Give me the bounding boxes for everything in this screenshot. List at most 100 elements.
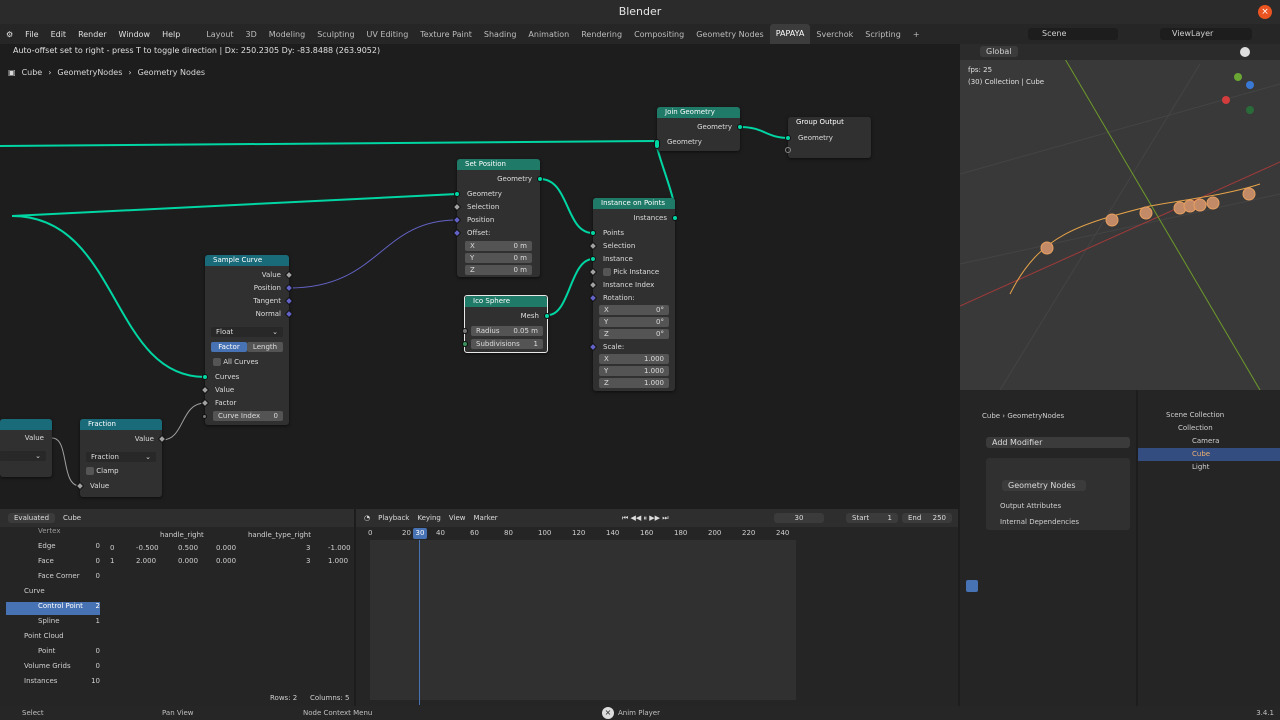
checkbox-icon[interactable] [603, 268, 611, 276]
socket-in[interactable] [462, 328, 468, 334]
node-group-selector[interactable]: Geometry Nodes [1002, 480, 1086, 491]
socket-empty[interactable] [785, 147, 791, 153]
socket-in[interactable] [590, 230, 596, 236]
list-item[interactable]: Point 0 [6, 647, 100, 662]
spreadsheet-object[interactable]: Cube [63, 514, 81, 522]
radius-field[interactable]: Radius 0.05 m [471, 326, 543, 336]
close-icon[interactable]: × [602, 707, 614, 719]
props-object[interactable]: Cube [982, 412, 1000, 420]
node-instance-on-points[interactable]: Instance on Points Instances Points Sele… [588, 198, 678, 391]
rot-x-field[interactable]: X 0° [599, 305, 669, 315]
socket-out[interactable] [537, 176, 543, 182]
subdivisions-field[interactable]: Subdivisions 1 [471, 339, 543, 349]
clamp-checkbox[interactable]: Clamp [80, 465, 162, 477]
properties-editor[interactable]: Cube › GeometryNodes Add Modifier Geomet… [960, 390, 1136, 706]
node-join-geometry[interactable]: Join Geometry Geometry Geometry [654, 107, 743, 151]
wrench-icon[interactable] [966, 580, 978, 592]
col-handle-type-right[interactable]: handle_type_right [248, 531, 311, 539]
socket-out[interactable] [737, 124, 743, 130]
list-item-selected[interactable]: Control Point 2 [6, 602, 100, 615]
view-menu[interactable]: View [449, 514, 466, 522]
socket-out[interactable] [672, 215, 678, 221]
outliner-camera[interactable]: Camera [1192, 437, 1219, 445]
inst-index: Instance Index [603, 281, 655, 289]
node-partial-left[interactable]: Value ⌄ [0, 419, 52, 477]
offset-y-field[interactable]: Y 0 m [465, 253, 532, 263]
left-dropdown[interactable]: ⌄ [0, 451, 46, 461]
add-modifier-button[interactable]: Add Modifier [986, 437, 1130, 448]
playhead-line[interactable] [419, 540, 420, 705]
socket-out[interactable] [544, 313, 550, 319]
outliner-collection[interactable]: Collection [1178, 424, 1213, 432]
socket-in[interactable] [454, 191, 460, 197]
socket-in[interactable] [785, 135, 791, 141]
playhead-frame[interactable]: 30 [413, 528, 427, 539]
playback-menu[interactable]: Playback [378, 514, 409, 522]
node-fraction[interactable]: Fraction Value Fraction ⌄ Clamp Value [75, 419, 167, 497]
marker-menu[interactable]: Marker [473, 514, 497, 522]
outliner-scene-collection[interactable]: Scene Collection [1166, 411, 1224, 419]
data-type-dropdown[interactable]: Float ⌄ [211, 327, 283, 337]
keying-menu[interactable]: Keying [417, 514, 441, 522]
curve-index-field[interactable]: Curve Index 0 [213, 411, 283, 421]
internal-dependencies-panel[interactable]: Internal Dependencies [1000, 518, 1079, 526]
fraction-mode-dropdown[interactable]: Fraction ⌄ [86, 452, 156, 462]
current-frame-field[interactable]: 30 [774, 513, 824, 523]
socket-in[interactable] [654, 139, 660, 149]
all-curves-checkbox[interactable]: All Curves [205, 356, 289, 368]
scale-x-field[interactable]: X 1.000 [599, 354, 669, 364]
list-item[interactable]: Face 0 [6, 557, 100, 572]
outliner-light[interactable]: Light [1192, 463, 1209, 471]
scale-z-field[interactable]: Z 1.000 [599, 378, 669, 388]
node-set-position[interactable]: Set Position Geometry Geometry Selection… [452, 159, 543, 277]
socket-in[interactable] [202, 374, 208, 380]
socket-in[interactable] [590, 256, 596, 262]
timeline-editor[interactable]: ◔ Playback Keying View Marker ⏮ ◀◀ ⏸ ▶▶ … [356, 509, 958, 706]
list-item[interactable]: Point Cloud [6, 632, 100, 647]
list-item[interactable]: Curve [6, 587, 100, 602]
offset-x-field[interactable]: X 0 m [465, 241, 532, 251]
view-layer-selector[interactable]: ViewLayer [1160, 28, 1252, 40]
list-item[interactable]: Face Corner 0 [6, 572, 100, 587]
transform-orientation-dropdown[interactable]: Global [980, 46, 1018, 57]
rot-y-field[interactable]: Y 0° [599, 317, 669, 327]
mode-length-button[interactable]: Length [247, 342, 283, 352]
anim-player-button[interactable]: Anim Player [618, 706, 660, 720]
checkbox-icon[interactable] [213, 358, 221, 366]
evaluation-mode-dropdown[interactable]: Evaluated [8, 513, 56, 523]
play-controls[interactable]: ⏮ ◀◀ ⏸ ▶▶ ⏭ [622, 514, 669, 523]
checkbox-icon[interactable] [86, 467, 94, 475]
list-item[interactable]: Instances 10 [6, 677, 100, 692]
join-in-geometry: Geometry [667, 138, 702, 146]
offset-z-field[interactable]: Z 0 m [465, 265, 532, 275]
frame-tick-label: 240 [776, 529, 790, 537]
output-attributes-panel[interactable]: Output Attributes [1000, 502, 1061, 510]
socket-in[interactable] [462, 341, 468, 347]
node-group-output[interactable]: Group Output Geometry [785, 117, 871, 158]
editor-type-icon[interactable]: ◔ [364, 514, 370, 522]
list-item[interactable]: Edge 0 [6, 542, 100, 557]
solid-shading-icon[interactable] [1240, 47, 1250, 57]
spreadsheet-editor[interactable]: Evaluated Cube handle_right handle_type_… [0, 509, 354, 706]
rot-z-field[interactable]: Z 0° [599, 329, 669, 339]
node-ico-sphere[interactable]: Ico Sphere Mesh Radius 0.05 m Subdivision… [462, 295, 550, 353]
props-modifier[interactable]: GeometryNodes [1007, 412, 1064, 420]
end-frame-field[interactable]: End 250 [902, 513, 952, 523]
col-handle-right[interactable]: handle_right [160, 531, 204, 539]
list-item[interactable]: Spline 1 [6, 617, 100, 632]
start-frame-field[interactable]: Start 1 [846, 513, 898, 523]
scale-y-field[interactable]: Y 1.000 [599, 366, 669, 376]
node-sample-curve[interactable]: Sample Curve Value Position Tangent Norm… [200, 255, 294, 425]
3d-viewport[interactable] [960, 44, 1280, 390]
timeline-track[interactable] [370, 540, 796, 700]
list-item[interactable]: Volume Grids 0 [6, 662, 100, 677]
list-item[interactable]: Vertex [6, 527, 100, 542]
inst-pick[interactable]: Pick Instance [593, 266, 675, 278]
frame-tick-label: 60 [470, 529, 479, 537]
close-window-button[interactable]: × [1258, 5, 1272, 19]
scene-selector[interactable]: Scene [1028, 28, 1118, 40]
outliner[interactable]: Scene Collection Collection Camera Cube … [1138, 390, 1280, 706]
socket-in[interactable] [202, 414, 207, 419]
mode-factor-button[interactable]: Factor [211, 342, 247, 352]
outliner-cube[interactable]: Cube [1192, 450, 1210, 458]
